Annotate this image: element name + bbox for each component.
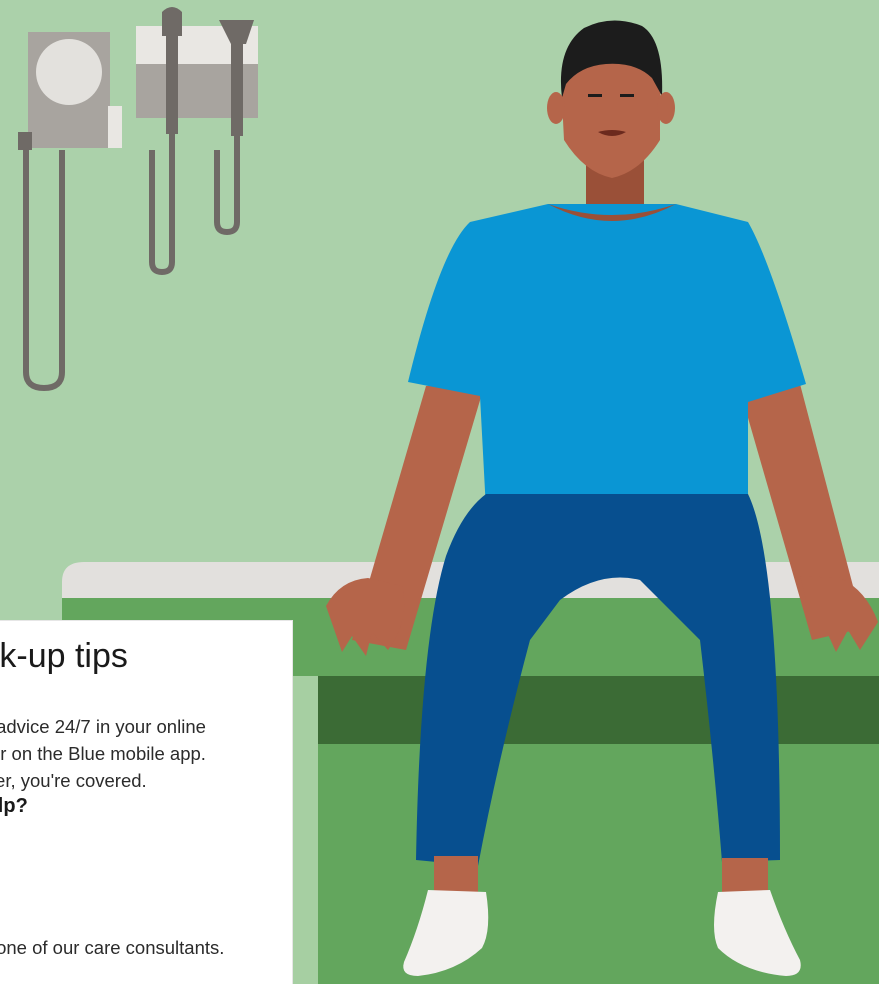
otoscope-handle [166, 36, 178, 134]
ophthalmoscope-handle [231, 44, 243, 136]
card-body: Get care advice 24/7 in your online acco… [0, 713, 206, 794]
bp-gauge [36, 39, 102, 105]
table-drawer-band [318, 676, 879, 744]
card-body-line: Remember, you're covered. [0, 770, 147, 791]
otoscope-head [162, 7, 182, 36]
card-body-line: Get care advice 24/7 in your online [0, 716, 206, 737]
card-body-line: account or on the Blue mobile app. [0, 743, 206, 764]
care-consultant-link[interactable]: Talk with one of our care consultants. [0, 937, 224, 959]
card-heading: Check-up tips [0, 637, 128, 675]
card-subheading: Need help? [0, 795, 28, 817]
checkup-tips-card: Check-up tips Get care advice 24/7 in yo… [0, 620, 293, 984]
